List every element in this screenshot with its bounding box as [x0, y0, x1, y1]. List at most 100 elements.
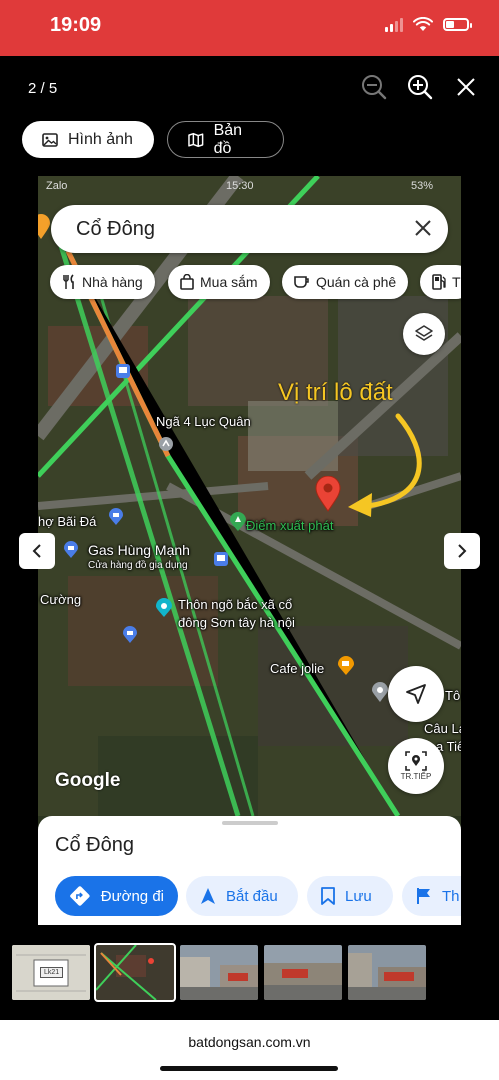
shopping-marker-icon — [109, 508, 123, 525]
status-time: 19:09 — [50, 14, 102, 36]
browser-bottom-bar: batdongsan.com.vn — [0, 1020, 499, 1080]
image-icon — [42, 132, 58, 147]
cafe-marker-icon — [338, 656, 354, 675]
viewer-actions — [361, 74, 479, 100]
map-view: Zalo 15:30 53% Cổ Đông Nhà hàng Mua sắm … — [38, 176, 461, 816]
viewer-top-bar: 2 / 5 — [0, 56, 499, 120]
bus-stop-icon — [116, 364, 130, 378]
thumbnail-5[interactable] — [348, 945, 426, 1000]
layers-button[interactable] — [403, 313, 445, 355]
tab-images-label: Hình ảnh — [68, 130, 133, 148]
restaurant-pin-icon — [38, 214, 50, 239]
status-icons — [385, 17, 472, 32]
directions-label: Đường đi — [100, 887, 164, 905]
label-right-edge-2: Câu Lạc — [424, 721, 461, 736]
sheet-drag-handle[interactable] — [222, 821, 278, 825]
chip-restaurants[interactable]: Nhà hàng — [50, 265, 155, 299]
start-label: Bắt đầu — [226, 887, 278, 905]
next-image-button[interactable] — [444, 533, 480, 569]
label-right-edge-1: Tô — [445, 688, 461, 703]
street-view-button[interactable]: TR.TIẾP — [388, 738, 444, 794]
label-gas-station-sub: Cửa hàng đồ gia dụng — [88, 560, 188, 571]
shopping-marker-icon — [123, 626, 137, 643]
google-logo: Google — [55, 770, 121, 791]
tab-images[interactable]: Hình ảnh — [22, 121, 154, 158]
tab-map[interactable]: Bản đồ — [167, 121, 284, 158]
navigate-button[interactable] — [388, 666, 444, 722]
label-market: hợ Bãi Đá — [38, 514, 97, 529]
chip-gas-label: T — [452, 274, 461, 290]
thumbnail-1[interactable]: Lk21 — [12, 945, 90, 1000]
close-icon[interactable] — [453, 74, 479, 100]
label-start-point: Điểm xuất phát — [246, 518, 334, 533]
tab-map-label: Bản đồ — [213, 121, 243, 157]
map-search-box[interactable]: Cổ Đông — [51, 205, 448, 253]
street-photo-thumbnail — [348, 945, 426, 1000]
chip-cafe-label: Quán cà phê — [316, 274, 397, 290]
wifi-icon — [413, 17, 433, 31]
coffee-cup-icon — [294, 276, 309, 288]
label-intersection: Ngã 4 Lục Quân — [156, 414, 251, 429]
bus-stop-icon — [214, 552, 228, 566]
fork-knife-icon — [63, 274, 74, 289]
image-counter: 2 / 5 — [28, 80, 58, 97]
layers-icon — [415, 325, 433, 341]
status-bar: 19:09 — [0, 0, 499, 56]
street-view-label: TR.TIẾP — [400, 772, 432, 781]
thumbnail-4[interactable] — [264, 945, 342, 1000]
bookmark-icon — [321, 887, 335, 905]
directions-icon — [70, 886, 90, 906]
chip-restaurants-label: Nhà hàng — [82, 274, 143, 290]
place-sheet: Cổ Đông Đường đi Bắt đầu Lưu Th — [38, 816, 461, 925]
street-view-icon — [405, 751, 427, 771]
navigation-start-icon — [201, 888, 215, 904]
chip-cafe[interactable]: Quán cà phê — [282, 265, 409, 299]
location-pin-icon[interactable] — [314, 476, 342, 512]
thumbnail-2[interactable] — [94, 943, 176, 1002]
gas-pump-icon — [432, 274, 446, 290]
chip-shopping-label: Mua sắm — [200, 274, 258, 290]
inner-carrier: Zalo — [46, 180, 68, 192]
inner-battery: 53% — [410, 180, 433, 192]
shopping-bag-icon — [180, 274, 194, 290]
more-action-button[interactable]: Th — [402, 876, 461, 916]
chip-gas[interactable]: T — [420, 265, 461, 299]
thumbnail-1-label: Lk21 — [40, 967, 64, 978]
chip-shopping[interactable]: Mua sắm — [168, 265, 270, 299]
place-title: Cổ Đông — [55, 834, 134, 856]
directions-button[interactable]: Đường đi — [55, 876, 178, 916]
shopping-marker-icon — [64, 541, 78, 558]
previous-image-button[interactable] — [19, 533, 55, 569]
search-query: Cổ Đông — [76, 218, 155, 240]
zoom-out-icon[interactable] — [361, 74, 387, 100]
label-village: Thôn ngõ bắc xã cổ đông Sơn tây hà nội — [178, 597, 295, 630]
home-indicator[interactable] — [160, 1066, 338, 1071]
plot-location-annotation: Vị trí lô đất — [278, 379, 393, 406]
main-photo[interactable]: Zalo 15:30 53% Cổ Đông Nhà hàng Mua sắm … — [38, 176, 461, 925]
label-cuong: Cường — [40, 592, 82, 607]
zoom-in-icon[interactable] — [407, 74, 433, 100]
save-button[interactable]: Lưu — [307, 876, 393, 916]
camera-marker-icon — [156, 598, 172, 617]
cellular-signal-icon — [385, 17, 403, 32]
navigation-arrow-icon — [406, 684, 426, 704]
park-marker-icon — [230, 512, 246, 531]
flag-icon — [417, 888, 430, 904]
gray-marker-icon — [372, 682, 388, 702]
clear-search-icon[interactable] — [412, 217, 434, 239]
street-photo-thumbnail — [180, 945, 258, 1000]
label-cafe: Cafe jolie — [270, 661, 325, 676]
annotation-arrow — [348, 413, 422, 517]
battery-icon — [443, 18, 472, 31]
site-domain[interactable]: batdongsan.com.vn — [0, 1034, 499, 1050]
map-icon — [188, 132, 204, 147]
save-label: Lưu — [345, 887, 372, 905]
label-gas-station: Gas Hùng Mạnh — [88, 542, 190, 558]
more-action-label: Th — [442, 887, 460, 905]
start-button[interactable]: Bắt đầu — [186, 876, 298, 916]
intersection-marker-icon — [159, 437, 173, 451]
thumbnail-3[interactable] — [180, 945, 258, 1000]
thumbnail-strip: Lk21 — [12, 943, 426, 1002]
inner-time: 15:30 — [226, 180, 254, 192]
map-thumbnail — [96, 945, 174, 1000]
